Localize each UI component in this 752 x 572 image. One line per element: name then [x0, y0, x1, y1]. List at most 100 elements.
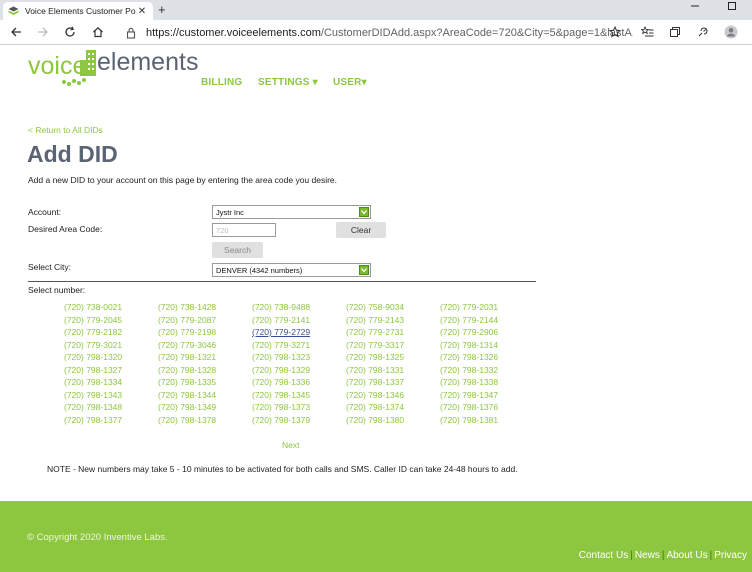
page-title: Add DID [27, 141, 118, 167]
phone-number-link[interactable]: (720) 779-2729 [252, 326, 346, 339]
phone-number-link[interactable]: (720) 779-3317 [346, 339, 440, 352]
phone-number-link[interactable]: (720) 798-1349 [158, 401, 252, 414]
return-to-all-dids-link[interactable]: < Return to All DIDs [28, 125, 103, 135]
profile-avatar-icon[interactable] [724, 25, 738, 39]
read-aloud-icon[interactable] [696, 25, 710, 39]
footer-separator: | [630, 550, 633, 561]
phone-number-link[interactable]: (720) 798-1378 [158, 414, 252, 427]
phone-number-link[interactable]: (720) 798-1320 [64, 351, 158, 364]
phone-number-link[interactable]: (720) 798-1332 [440, 364, 534, 377]
phone-number-link[interactable]: (720) 798-1374 [346, 401, 440, 414]
phone-number-link[interactable]: (720) 738-9488 [252, 301, 346, 314]
dropdown-arrow-icon [359, 265, 369, 275]
number-row: (720) 779-3021 (720) 779-3046 (720) 779-32… [64, 339, 534, 352]
minimize-icon[interactable] [690, 0, 700, 15]
footer-link-about-us[interactable]: About Us [666, 550, 707, 561]
phone-number-link[interactable]: (720) 758-9034 [346, 301, 440, 314]
phone-number-link[interactable]: (720) 779-2182 [64, 326, 158, 339]
collections-icon[interactable] [668, 25, 682, 39]
phone-number-link[interactable]: (720) 779-2031 [440, 301, 534, 314]
phone-number-link[interactable]: (720) 798-1380 [346, 414, 440, 427]
footer-link-privacy[interactable]: Privacy [714, 550, 747, 561]
phone-number-link[interactable]: (720) 798-1348 [64, 401, 158, 414]
footer-link-news[interactable]: News [635, 550, 660, 561]
phone-number-link[interactable]: (720) 798-1347 [440, 389, 534, 402]
next-page-link[interactable]: Next [282, 440, 299, 450]
maximize-icon[interactable] [727, 0, 737, 15]
phone-number-link[interactable]: (720) 798-1323 [252, 351, 346, 364]
phone-number-link[interactable]: (720) 798-1345 [252, 389, 346, 402]
forward-arrow-icon[interactable] [36, 25, 50, 39]
phone-number-link[interactable]: (720) 798-1326 [440, 351, 534, 364]
activation-note: NOTE - New numbers may take 5 - 10 minut… [47, 464, 518, 474]
footer-separator: | [661, 550, 665, 561]
phone-number-link[interactable]: (720) 779-3271 [252, 339, 346, 352]
url-path: /CustomerDIDAdd.aspx?AreaCode=720&City=5… [320, 26, 633, 39]
nav-billing[interactable]: BILLING [201, 77, 242, 88]
browser-tab-bar: Voice Elements Customer Portal ✕ + [0, 0, 752, 20]
account-select[interactable]: Jystr Inc [212, 205, 371, 219]
number-row: (720) 798-1377 (720) 798-1378 (720) 798-13… [64, 414, 534, 427]
footer-link-contact-us[interactable]: Contact Us [579, 550, 628, 561]
phone-number-link[interactable]: (720) 798-1325 [346, 351, 440, 364]
phone-number-link[interactable]: (720) 779-2906 [440, 326, 534, 339]
phone-number-link[interactable]: (720) 798-1377 [64, 414, 158, 427]
phone-number-link[interactable]: (720) 738-0021 [64, 301, 158, 314]
phone-number-link[interactable]: (720) 798-1314 [440, 339, 534, 352]
logo-text-elements: elements [97, 48, 198, 76]
phone-number-link[interactable]: (720) 798-1376 [440, 401, 534, 414]
phone-number-link[interactable]: (720) 779-3046 [158, 339, 252, 352]
voice-elements-logo[interactable]: voice elements [28, 46, 198, 88]
footer: © Copyright 2020 Inventive Labs. Contact… [0, 501, 752, 572]
city-select-value: DENVER (4342 numbers) [216, 266, 303, 275]
logo-text-voice: voice [28, 52, 86, 80]
phone-number-link[interactable]: (720) 798-1321 [158, 351, 252, 364]
number-row: (720) 798-1320 (720) 798-1321 (720) 798-13… [64, 351, 534, 364]
clear-button[interactable]: Clear [336, 222, 386, 238]
phone-number-link[interactable]: (720) 779-2143 [346, 314, 440, 327]
phone-number-link[interactable]: (720) 798-1335 [158, 376, 252, 389]
phone-number-link[interactable]: (720) 798-1346 [346, 389, 440, 402]
address-bar[interactable]: https://customer.voiceelements.com/Custo… [118, 23, 633, 42]
favorite-star-icon[interactable] [608, 25, 622, 39]
phone-number-link[interactable]: (720) 798-1331 [346, 364, 440, 377]
tab-title: Voice Elements Customer Portal [25, 6, 136, 16]
phone-number-link[interactable]: (720) 779-2731 [346, 326, 440, 339]
city-select[interactable]: DENVER (4342 numbers) [212, 263, 371, 277]
browser-tab[interactable]: Voice Elements Customer Portal ✕ [3, 2, 153, 20]
refresh-icon[interactable] [63, 25, 77, 39]
phone-number-link[interactable]: (720) 798-1328 [158, 364, 252, 377]
phone-number-link[interactable]: (720) 779-3021 [64, 339, 158, 352]
phone-number-link[interactable]: (720) 798-1343 [64, 389, 158, 402]
number-row: (720) 798-1348 (720) 798-1349 (720) 798-13… [64, 401, 534, 414]
phone-number-link[interactable]: (720) 798-1338 [440, 376, 534, 389]
favorites-list-icon[interactable] [640, 25, 654, 39]
number-row: (720) 798-1334 (720) 798-1335 (720) 798-13… [64, 376, 534, 389]
phone-number-link[interactable]: (720) 798-1373 [252, 401, 346, 414]
phone-number-link[interactable]: (720) 798-1336 [252, 376, 346, 389]
account-label: Account: [28, 207, 62, 217]
home-icon[interactable] [91, 25, 105, 39]
phone-number-link[interactable]: (720) 738-1428 [158, 301, 252, 314]
nav-settings[interactable]: SETTINGS ▾ [258, 77, 318, 88]
phone-number-link[interactable]: (720) 779-2198 [158, 326, 252, 339]
number-row: (720) 779-2182 (720) 779-2198 (720) 779-27… [64, 326, 534, 339]
phone-number-link[interactable]: (720) 798-1337 [346, 376, 440, 389]
tab-close-icon[interactable]: ✕ [136, 6, 148, 17]
phone-number-link[interactable]: (720) 798-1381 [440, 414, 534, 427]
nav-user[interactable]: USER▾ [333, 77, 367, 88]
phone-number-link[interactable]: (720) 798-1334 [64, 376, 158, 389]
phone-number-link[interactable]: (720) 779-2087 [158, 314, 252, 327]
phone-number-link[interactable]: (720) 798-1327 [64, 364, 158, 377]
new-tab-button[interactable]: + [158, 2, 166, 18]
area-code-input[interactable]: 720 [212, 223, 276, 237]
phone-number-link[interactable]: (720) 798-1329 [252, 364, 346, 377]
phone-number-link[interactable]: (720) 798-1379 [252, 414, 346, 427]
phone-number-link[interactable]: (720) 779-2141 [252, 314, 346, 327]
url-text: https://customer.voiceelements.com/Custo… [146, 27, 633, 39]
search-button[interactable]: Search [212, 242, 263, 258]
phone-number-link[interactable]: (720) 779-2045 [64, 314, 158, 327]
phone-number-link[interactable]: (720) 779-2144 [440, 314, 534, 327]
back-arrow-icon[interactable] [9, 25, 23, 39]
phone-number-link[interactable]: (720) 798-1344 [158, 389, 252, 402]
